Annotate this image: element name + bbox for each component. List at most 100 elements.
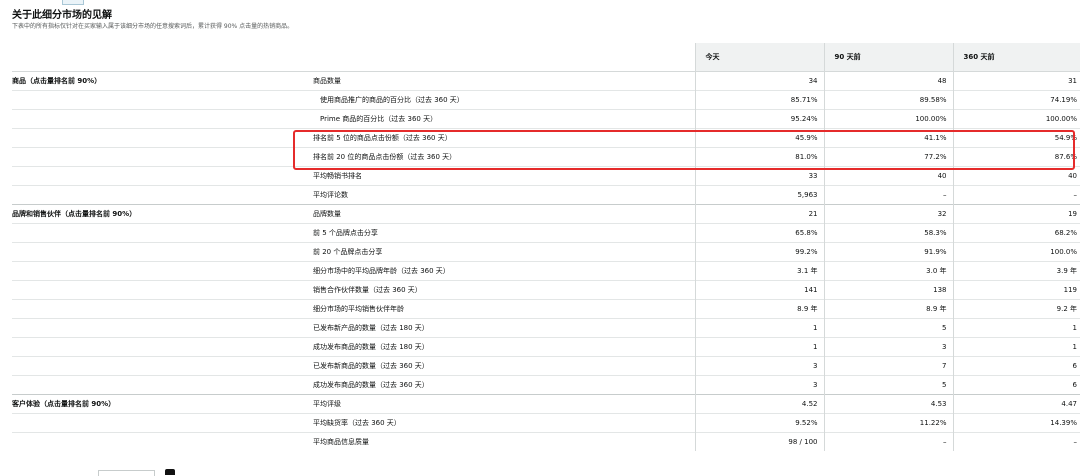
section-label (12, 299, 303, 319)
value-360-days: 6 (952, 375, 1080, 395)
table-row: 细分市场中的平均品牌年龄（过去 360 天） 3.1 年 3.0 年 3.9 年 (12, 261, 1080, 281)
top-tab-fragment[interactable] (62, 0, 84, 5)
metric-label: Prime 商品的百分比（过去 360 天） (303, 109, 695, 129)
column-header-360-days: 360 天前 (953, 43, 1080, 72)
section-label: 商品（点击量排名前 90%） (12, 71, 303, 91)
section-label (12, 128, 303, 148)
value-360-days: 40 (952, 166, 1080, 186)
value-today: 1 (694, 337, 824, 357)
value-90-days: 77.2% (823, 147, 953, 167)
metric-label: 品牌数量 (303, 204, 695, 224)
value-90-days: – (823, 185, 953, 205)
metric-label: 前 20 个品牌点击分享 (303, 242, 695, 262)
metric-label: 细分市场的平均销售伙伴年龄 (303, 299, 695, 319)
bottom-control[interactable] (98, 470, 155, 476)
value-today: 33 (694, 166, 824, 186)
value-today: 3 (694, 356, 824, 376)
value-90-days: 40 (823, 166, 953, 186)
value-360-days: 74.19% (952, 90, 1080, 110)
metric-label: 排名前 20 位的商品点击份额（过去 360 天） (303, 147, 695, 167)
column-header-today: 今天 (695, 43, 825, 72)
metric-label: 细分市场中的平均品牌年龄（过去 360 天） (303, 261, 695, 281)
value-90-days: 48 (823, 71, 953, 91)
value-today: 141 (694, 280, 824, 300)
insights-table: 今天 90 天前 360 天前 商品（点击量排名前 90%） 商品数量 34 48 31… (12, 43, 1080, 451)
table-row: 平均商品信息质量 98 / 100– – (12, 432, 1080, 451)
metric-label: 前 5 个品牌点击分享 (303, 223, 695, 243)
table-row: Prime 商品的百分比（过去 360 天） 95.24% 100.00% 100.0… (12, 109, 1080, 129)
value-90-days: 11.22% (823, 413, 953, 433)
value-360-days: 9.2 年 (952, 299, 1080, 319)
section-label (12, 90, 303, 110)
value-90-days: 58.3% (823, 223, 953, 243)
section-label (12, 223, 303, 243)
section-label (12, 432, 303, 451)
section-label (12, 109, 303, 129)
bottom-icon[interactable] (165, 469, 175, 475)
metric-label: 平均评论数 (303, 185, 695, 205)
value-90-days: 5 (823, 318, 953, 338)
metric-label: 排名前 5 位的商品点击份额（过去 360 天） (303, 128, 695, 148)
value-360-days: 19 (952, 204, 1080, 224)
value-90-days: 41.1% (823, 128, 953, 148)
value-today: 98 / 100 (694, 432, 824, 451)
value-90-days: 138 (823, 280, 953, 300)
table-row: 成功发布商品的数量（过去 360 天） 3 5 6 (12, 375, 1080, 395)
value-today: 99.2% (694, 242, 824, 262)
table-row: 前 5 个品牌点击分享 65.8% 58.3% 68.2% (12, 223, 1080, 243)
metric-label: 成功发布商品的数量（过去 360 天） (303, 375, 695, 395)
value-today: 9.52% (694, 413, 824, 433)
value-today: 3 (694, 375, 824, 395)
metric-label: 平均评级 (303, 394, 695, 414)
column-header-90-days: 90 天前 (824, 43, 954, 72)
metric-label: 使用商品推广的商品的百分比（过去 360 天） (303, 90, 695, 110)
table-row: 排名前 20 位的商品点击份额（过去 360 天） 81.0% 77.2% 87.6% (12, 147, 1080, 167)
value-360-days: – (952, 432, 1080, 451)
section-label (12, 242, 303, 262)
value-today: 34 (694, 71, 824, 91)
table-row: 品牌和销售伙伴（点击量排名前 90%） 品牌数量 21 32 19 (12, 204, 1080, 224)
value-90-days: – (823, 432, 953, 451)
table-row: 成功发布商品的数量（过去 180 天） 1 3 1 (12, 337, 1080, 357)
value-today: 81.0% (694, 147, 824, 167)
table-row: 已发布新商品的数量（过去 360 天） 3 7 6 (12, 356, 1080, 376)
metric-label: 已发布新商品的数量（过去 360 天） (303, 356, 695, 376)
table-row: 前 20 个品牌点击分享 99.2% 91.9% 100.0% (12, 242, 1080, 262)
table-row: 平均缺货率（过去 360 天） 9.52% 11.22% 14.39% (12, 413, 1080, 433)
table-row: 细分市场的平均销售伙伴年龄 8.9 年 8.9 年 9.2 年 (12, 299, 1080, 319)
table-body: 商品（点击量排名前 90%） 商品数量 34 48 31 使用商品推广的商品的百分比（过去… (12, 71, 1080, 451)
section-label (12, 147, 303, 167)
section-label (12, 166, 303, 186)
metric-label: 平均缺货率（过去 360 天） (303, 413, 695, 433)
metric-label: 销售合作伙伴数量（过去 360 天） (303, 280, 695, 300)
value-today: 95.24% (694, 109, 824, 129)
value-360-days: 31 (952, 71, 1080, 91)
header-blank (12, 43, 696, 72)
value-today: 45.9% (694, 128, 824, 148)
value-90-days: 3.0 年 (823, 261, 953, 281)
value-90-days: 32 (823, 204, 953, 224)
metric-label: 平均商品信息质量 (303, 432, 695, 451)
value-today: 3.1 年 (694, 261, 824, 281)
value-360-days: 1 (952, 318, 1080, 338)
value-today: 4.52 (694, 394, 824, 414)
value-360-days: 100.00% (952, 109, 1080, 129)
value-today: 1 (694, 318, 824, 338)
value-90-days: 3 (823, 337, 953, 357)
value-90-days: 89.58% (823, 90, 953, 110)
value-90-days: 5 (823, 375, 953, 395)
value-360-days: 68.2% (952, 223, 1080, 243)
metric-label: 已发布新产品的数量（过去 180 天） (303, 318, 695, 338)
section-label (12, 337, 303, 357)
metric-label: 平均畅销书排名 (303, 166, 695, 186)
value-90-days: 91.9% (823, 242, 953, 262)
table-row: 已发布新产品的数量（过去 180 天） 1 5 1 (12, 318, 1080, 338)
value-90-days: 7 (823, 356, 953, 376)
value-360-days: 3.9 年 (952, 261, 1080, 281)
value-360-days: 1 (952, 337, 1080, 357)
value-360-days: 14.39% (952, 413, 1080, 433)
table-row: 商品（点击量排名前 90%） 商品数量 34 48 31 (12, 71, 1080, 91)
section-label (12, 318, 303, 338)
value-360-days: – (952, 185, 1080, 205)
value-360-days: 87.6% (952, 147, 1080, 167)
